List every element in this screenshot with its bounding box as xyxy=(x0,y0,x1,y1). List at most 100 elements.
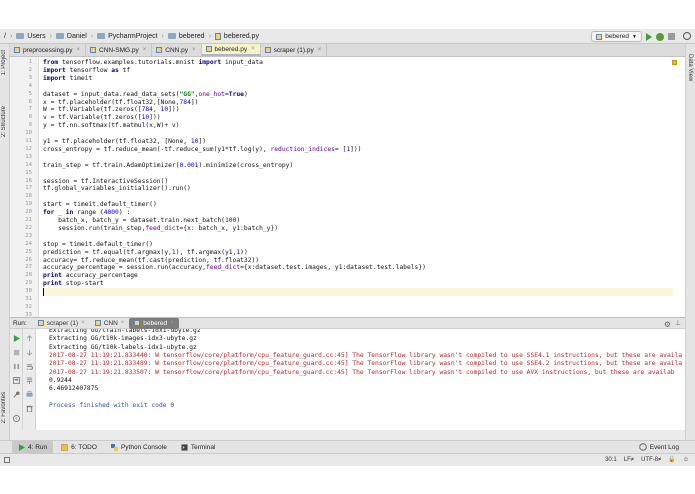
close-icon[interactable]: × xyxy=(121,320,125,326)
tool-window-label: Terminal xyxy=(190,443,216,451)
breadcrumb-daniel[interactable]: Daniel xyxy=(67,33,87,40)
play-icon xyxy=(18,443,28,451)
line-separator[interactable]: LF≠ xyxy=(624,457,634,463)
scroll-to-end-icon[interactable] xyxy=(26,377,33,384)
hector-icon[interactable]: ☺ xyxy=(683,457,689,463)
close-icon[interactable]: × xyxy=(318,47,322,53)
breadcrumb-separator: › xyxy=(90,32,94,40)
print-icon[interactable] xyxy=(26,391,33,398)
line-number: 17 xyxy=(25,185,32,192)
tool-window-button[interactable]: 6: TODO xyxy=(55,441,103,453)
close-icon[interactable]: × xyxy=(77,47,81,53)
text-cursor xyxy=(43,288,44,297)
scroll-up-icon[interactable] xyxy=(26,335,33,342)
event-log-button[interactable]: Event Log xyxy=(638,441,679,453)
tool-window-button[interactable]: 4: Run xyxy=(12,441,54,453)
python-file-icon xyxy=(14,47,20,53)
terminal-icon xyxy=(181,443,191,451)
gear-icon[interactable]: ⚙ xyxy=(664,320,671,329)
tool-window-label: 4: Run xyxy=(28,443,48,451)
code-line[interactable]: y = tf.nn.softmax(tf.matmul(x,W)+ v) xyxy=(43,122,179,130)
code-area[interactable]: from tensorflow.examples.tutorials.mnist… xyxy=(43,57,673,317)
left-tool-strip: 1: Project 2: Structure 2: Favorites xyxy=(0,44,10,440)
lock-icon[interactable]: 🔓 xyxy=(668,456,675,463)
run-tab-label: scraper (1) xyxy=(46,319,79,327)
code-line[interactable]: session.run(train_step,feed_dict={x: bat… xyxy=(43,225,278,233)
inspection-status-icon[interactable] xyxy=(672,60,677,65)
line-number: 28 xyxy=(25,272,32,279)
file-encoding[interactable]: UTF-8≠ xyxy=(641,457,661,463)
editor-tab[interactable]: bebered.py × xyxy=(201,44,261,56)
soft-wrap-icon[interactable] xyxy=(26,363,33,370)
editor-tab[interactable]: scraper (1).py × xyxy=(261,44,328,56)
line-number: 29 xyxy=(25,280,32,287)
line-number: 31 xyxy=(25,296,32,302)
close-icon[interactable]: × xyxy=(143,47,147,53)
code-line[interactable]: import timeit xyxy=(43,75,92,83)
stop-icon[interactable] xyxy=(668,33,675,40)
favorites-tool-button[interactable]: 2: Favorites xyxy=(1,392,7,423)
line-number: 19 xyxy=(25,201,32,208)
project-tool-button[interactable]: 1: Project xyxy=(1,50,7,75)
breadcrumb-project[interactable]: PycharmProject xyxy=(108,33,157,40)
restore-layout-icon[interactable] xyxy=(13,377,20,384)
editor-tabs: preprocessing.py × CNN-SMG.py × CNN.py × beber… xyxy=(10,44,685,57)
structure-tool-button[interactable]: 2: Structure xyxy=(1,106,7,137)
breadcrumb-file[interactable]: bebered.py xyxy=(224,33,259,40)
run-tab[interactable]: bebered × xyxy=(129,317,179,329)
close-icon[interactable]: × xyxy=(170,320,174,326)
code-line[interactable]: train_step = tf.train.AdamOptimizer(0.00… xyxy=(43,162,293,170)
tool-windows-toggle-icon[interactable] xyxy=(4,457,10,463)
run-console-output[interactable]: Extracting GG/train-labels-idx1-ubyte.gz… xyxy=(36,329,685,430)
code-line[interactable]: cross_entropy = tf.reduce_mean(-tf.reduc… xyxy=(43,146,361,154)
pause-icon[interactable] xyxy=(13,363,20,370)
close-icon[interactable]: × xyxy=(81,320,85,326)
stop-icon[interactable] xyxy=(13,349,20,356)
data-view-tool-button[interactable]: Data View xyxy=(687,54,693,81)
tool-window-button[interactable]: Terminal xyxy=(175,441,222,453)
editor-tab-label: bebered.py xyxy=(214,45,248,53)
help-icon[interactable]: ? xyxy=(13,415,20,422)
rerun-icon[interactable] xyxy=(13,335,20,342)
run-configuration-select[interactable]: bebered ▼ xyxy=(591,31,642,42)
run-icon[interactable] xyxy=(646,32,652,41)
tool-window-button[interactable]: Python Console xyxy=(105,441,173,453)
chevron-down-icon: ▼ xyxy=(632,33,637,40)
console-line: Process finished with exit code 0 xyxy=(49,401,175,409)
hide-panel-icon[interactable]: ⊥ xyxy=(675,319,681,327)
line-number: 6 xyxy=(28,98,32,105)
editor-tab[interactable]: preprocessing.py × xyxy=(10,44,87,56)
code-line[interactable] xyxy=(43,288,673,297)
python-file-icon xyxy=(156,47,163,53)
close-icon[interactable]: × xyxy=(192,47,196,53)
pin-icon[interactable] xyxy=(13,391,20,398)
breadcrumb-root[interactable]: / xyxy=(4,33,6,40)
run-tab[interactable]: CNN × xyxy=(90,318,130,329)
scroll-down-icon[interactable] xyxy=(26,349,33,356)
line-number: 32 xyxy=(25,303,32,310)
breadcrumb-folder[interactable]: bebered xyxy=(179,33,205,40)
line-number: 10 xyxy=(25,130,32,137)
editor-tab[interactable]: CNN.py × xyxy=(152,44,202,56)
breadcrumb-users[interactable]: Users xyxy=(27,33,45,40)
python-icon xyxy=(110,443,121,451)
debug-icon[interactable] xyxy=(656,32,664,41)
console-line: 2017-08-27 11:19:21.833489: W tensorflow… xyxy=(49,360,683,368)
run-panel-header: Run: scraper (1) × CNN × bebered × ⚙ ⊥ xyxy=(10,317,685,329)
line-number-gutter: 1 2 3 4 5 6 7 8 9 10 11 12 13 14 15 16 17 18 19 20 21 22 23 24 2… xyxy=(10,57,39,318)
clear-all-icon[interactable] xyxy=(26,405,33,412)
code-editor[interactable]: 1 2 3 4 5 6 7 8 9 10 11 12 13 14 15 16 17 18 19 20 21 22 23 24 2… xyxy=(10,57,685,318)
run-tab[interactable]: scraper (1) × xyxy=(33,318,90,329)
code-line[interactable]: tf.global_variables_initializer().run() xyxy=(43,185,191,193)
editor-tab[interactable]: CNN-SMG.py × xyxy=(86,44,153,56)
close-icon[interactable]: × xyxy=(251,46,255,52)
search-icon[interactable] xyxy=(683,32,691,40)
run-tab-label: bebered xyxy=(143,319,168,327)
python-file-icon xyxy=(596,33,603,40)
todo-icon xyxy=(61,443,71,451)
caret-position[interactable]: 30:1 xyxy=(605,457,617,463)
breadcrumb-separator: › xyxy=(208,32,211,40)
console-line: 2017-08-27 11:19:21.833440: W tensorflow… xyxy=(49,351,683,359)
console-line: Extracting GG/t10k-labels-idx1-ubyte.gz xyxy=(49,343,197,351)
run-tabs: scraper (1) × CNN × bebered × xyxy=(33,317,179,329)
